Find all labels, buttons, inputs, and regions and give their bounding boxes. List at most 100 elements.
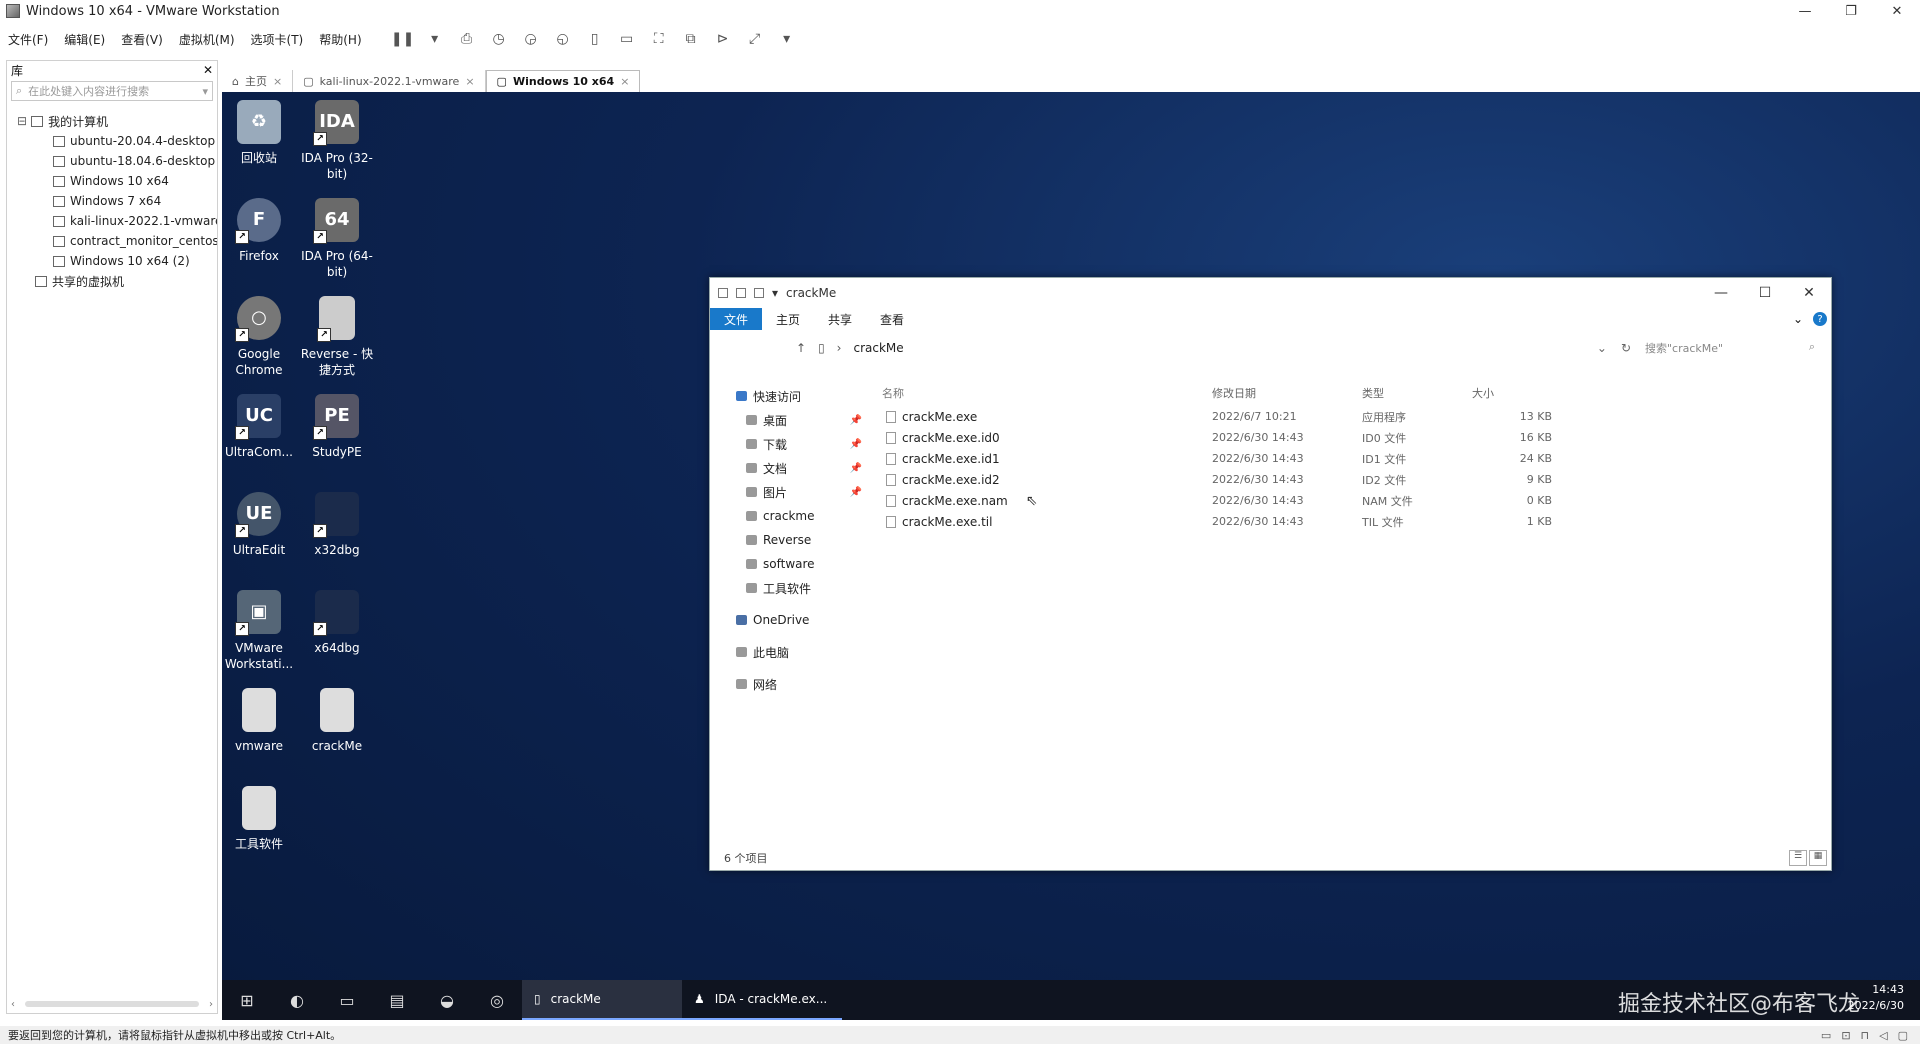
nav-item-pictures[interactable]: 图片 📌 — [710, 480, 870, 504]
breadcrumb-crackme[interactable]: crackMe — [853, 341, 903, 355]
pin-icon[interactable]: 📌 — [850, 415, 862, 426]
desktop-icon-vmware-folder[interactable]: vmware — [222, 684, 296, 754]
collapse-icon[interactable]: ⊟ — [17, 114, 27, 128]
help-icon[interactable]: ? — [1813, 312, 1827, 326]
network-icon[interactable]: ⊡ — [1841, 1029, 1850, 1042]
display-icon[interactable]: ▢ — [1898, 1029, 1908, 1042]
start-icon[interactable]: ⊞ — [222, 980, 272, 1020]
tree-item-shared-vms[interactable]: 共享的虚拟机 — [7, 271, 217, 291]
thumbnail-view-icon[interactable]: ▭ — [618, 31, 636, 47]
pin-icon[interactable]: 📌 — [850, 487, 862, 498]
nav-item-desktop[interactable]: 桌面 📌 — [710, 408, 870, 432]
desktop-icon-x32dbg[interactable]: ↗ x32dbg — [300, 488, 374, 558]
revert-snapshot-icon[interactable]: ◶ — [522, 31, 540, 47]
nav-item-reverse[interactable]: Reverse — [710, 528, 870, 552]
desktop-icon-crackme-folder[interactable]: crackMe — [300, 684, 374, 754]
tab-kali[interactable]: ▢ kali-linux-2022.1-vmware × — [293, 70, 486, 92]
refresh-icon[interactable]: ↻ — [1621, 341, 1631, 355]
desktop-icon-x64dbg[interactable]: ↗ x64dbg — [300, 586, 374, 656]
close-icon[interactable]: × — [273, 75, 282, 88]
pin-icon[interactable]: 📌 — [850, 463, 862, 474]
desktop-icon-vmware-workstation[interactable]: ▣ ↗ VMware Workstati... — [222, 586, 296, 672]
desktop-icon-ultraedit[interactable]: UE ↗ UltraEdit — [222, 488, 296, 558]
explorer-search-input[interactable]: 搜索"crackMe" ⌕ — [1645, 340, 1815, 356]
tree-item-vm[interactable]: ubuntu-20.04.4-desktop — [7, 131, 217, 151]
desktop-icon-ida64[interactable]: 64 ↗ IDA Pro (64-bit) — [300, 194, 374, 280]
library-scrollbar[interactable]: ‹ › — [11, 997, 213, 1011]
nav-item-network[interactable]: 网络 — [710, 672, 870, 696]
snapshot-icon[interactable]: ◷ — [490, 31, 508, 47]
up-arrow-icon[interactable]: ↑ — [796, 341, 806, 355]
column-size[interactable]: 大小 — [1472, 385, 1552, 401]
pause-icon[interactable]: ❚❚ — [391, 31, 414, 47]
nav-item-documents[interactable]: 文档 📌 — [710, 456, 870, 480]
library-close-icon[interactable]: ✕ — [203, 63, 213, 77]
nav-item-quick-access[interactable]: 快速访问 — [710, 384, 870, 408]
chevron-down-icon[interactable]: ⌄ — [1597, 341, 1607, 355]
send-ctrl-alt-del-icon[interactable]: ⎙ — [458, 31, 476, 47]
taskbar-item-ida[interactable]: ♟ IDA - crackMe.ex... — [682, 980, 842, 1020]
chevron-down-icon[interactable]: ▾ — [202, 85, 208, 98]
snapshot-manager-icon[interactable]: ◵ — [554, 31, 572, 47]
fullscreen-icon[interactable]: ⛶ — [650, 31, 668, 47]
nav-item-downloads[interactable]: 下载 📌 — [710, 432, 870, 456]
file-row[interactable]: crackMe.exe.id0 2022/6/30 14:43 ID0 文件 1… — [882, 427, 1831, 448]
scrollbar-thumb[interactable] — [25, 1001, 199, 1007]
terminal-icon[interactable]: ▭ — [322, 980, 372, 1020]
menu-vm[interactable]: 虚拟机(M) — [171, 31, 243, 48]
guest-desktop[interactable]: ♻ 回收站 IDA ↗ IDA Pro (32-bit) F ↗ Firefox 6… — [222, 92, 1920, 1020]
desktop-icon-ida32[interactable]: IDA ↗ IDA Pro (32-bit) — [300, 96, 374, 182]
desktop-icon-chrome[interactable]: ○ ↗ Google Chrome — [222, 292, 296, 378]
file-row[interactable]: crackMe.exe.id1 2022/6/30 14:43 ID1 文件 2… — [882, 448, 1831, 469]
close-icon[interactable]: × — [620, 75, 629, 88]
console-icon[interactable]: ⊳ — [714, 31, 732, 47]
menu-edit[interactable]: 编辑(E) — [56, 31, 113, 48]
file-row[interactable]: crackMe.exe 2022/6/7 10:21 应用程序 13 KB — [882, 406, 1831, 427]
unity-icon[interactable]: ⧉ — [682, 31, 700, 47]
ribbon-tab-file[interactable]: 文件 — [710, 308, 763, 330]
details-view-icon[interactable]: ☰ — [1789, 850, 1807, 866]
nav-item-tools[interactable]: 工具软件 — [710, 576, 870, 600]
chevron-down-icon[interactable]: ▾ — [772, 286, 778, 300]
dropdown-arrow-icon[interactable]: ▾ — [426, 31, 444, 47]
large-icons-view-icon[interactable]: ▦ — [1809, 850, 1827, 866]
desktop-icon-reverse[interactable]: ↗ Reverse - 快捷方式 — [300, 292, 374, 378]
nav-item-this-pc[interactable]: 此电脑 — [710, 640, 870, 664]
firefox-icon[interactable]: ◐ — [272, 980, 322, 1020]
ribbon-tab-share[interactable]: 共享 — [814, 308, 866, 330]
library-view-icon[interactable]: ▯ — [586, 31, 604, 47]
scroll-right-icon[interactable]: › — [209, 999, 213, 1010]
column-date[interactable]: 修改日期 — [1212, 385, 1362, 401]
menu-file[interactable]: 文件(F) — [0, 31, 56, 48]
tab-windows-10[interactable]: ▢ Windows 10 x64 × — [485, 70, 641, 92]
chrome-icon[interactable]: ◎ — [472, 980, 522, 1020]
desktop-icon-recycle-bin[interactable]: ♻ 回收站 — [222, 96, 296, 166]
tree-item-my-computer[interactable]: ⊟ 我的计算机 — [7, 111, 217, 131]
minimize-button[interactable]: — — [1782, 0, 1828, 22]
nav-item-software[interactable]: software — [710, 552, 870, 576]
tree-item-vm[interactable]: Windows 10 x64 (2) — [7, 251, 217, 271]
menu-help[interactable]: 帮助(H) — [311, 31, 369, 48]
desktop-icon-studype[interactable]: PE ↗ StudyPE — [300, 390, 374, 460]
sound-icon[interactable]: ◁ — [1879, 1029, 1887, 1042]
library-search-input[interactable]: ⌕ 在此处键入内容进行搜索 ▾ — [11, 81, 213, 101]
desktop-icon-tools-folder[interactable]: 工具软件 — [222, 782, 296, 852]
column-name[interactable]: 名称 — [882, 385, 1212, 401]
desktop-icon-ultracompare[interactable]: UC ↗ UltraCom... — [222, 390, 296, 460]
tree-item-vm[interactable]: Windows 7 x64 — [7, 191, 217, 211]
menu-tabs[interactable]: 选项卡(T) — [243, 31, 312, 48]
close-icon[interactable]: × — [465, 75, 474, 88]
nav-item-crackme[interactable]: crackme — [710, 504, 870, 528]
properties-icon[interactable] — [736, 288, 746, 298]
explorer-close-button[interactable]: ✕ — [1787, 278, 1831, 308]
explorer-maximize-button[interactable]: ☐ — [1743, 278, 1787, 308]
menu-view[interactable]: 查看(V) — [113, 31, 171, 48]
ida-icon[interactable]: ▤ — [372, 980, 422, 1020]
explorer-minimize-button[interactable]: — — [1699, 278, 1743, 308]
stretch-icon[interactable]: ⤢ — [746, 31, 764, 47]
dropdown-arrow-icon[interactable]: ▾ — [778, 31, 796, 47]
vmware-icon[interactable]: ◒ — [422, 980, 472, 1020]
close-button[interactable]: ✕ — [1874, 0, 1920, 22]
maximize-button[interactable]: ❐ — [1828, 0, 1874, 22]
new-folder-icon[interactable] — [754, 288, 764, 298]
